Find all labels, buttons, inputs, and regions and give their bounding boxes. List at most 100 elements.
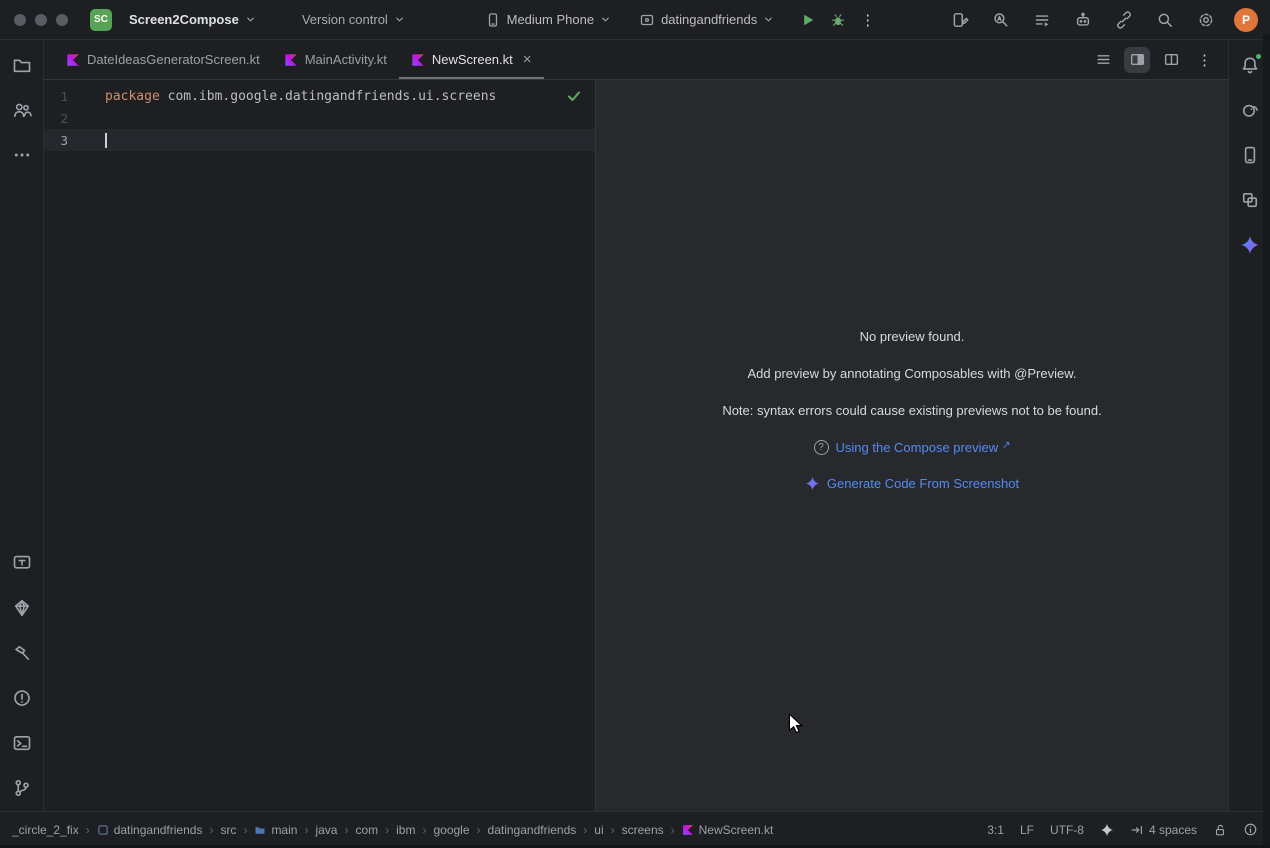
project-tool-button[interactable] [9, 52, 35, 78]
check-icon [566, 88, 582, 104]
line-number: 3 [44, 133, 68, 148]
tab-label: NewScreen.kt [432, 52, 513, 67]
layout-inspector-icon [951, 11, 969, 29]
settings-button[interactable] [1193, 7, 1219, 33]
breadcrumb-label: datingandfriends [488, 823, 577, 837]
indent-widget[interactable]: 4 spaces [1130, 823, 1197, 837]
app-quality-insights-button[interactable] [9, 595, 35, 621]
encoding-widget[interactable]: UTF-8 [1050, 823, 1084, 837]
breadcrumb-separator: › [243, 823, 247, 837]
help-icon: ? [814, 440, 829, 455]
kotlin-file-icon [66, 53, 80, 67]
layout-inspector-button[interactable] [947, 7, 973, 33]
compose-preview-panel: No preview found. Add preview by annotat… [596, 80, 1228, 811]
commit-tool-button[interactable] [9, 97, 35, 123]
compose-preview-docs-link[interactable]: Using the Compose preview [836, 440, 999, 455]
status-widgets: 3:1 LF UTF-8 4 spaces [987, 822, 1258, 837]
breadcrumb-item[interactable]: _circle_2_fix [12, 823, 79, 837]
compose-ui-check-button[interactable] [9, 550, 35, 576]
breadcrumb-item-file[interactable]: NewScreen.kt [682, 823, 774, 837]
editor-notifications-widget[interactable] [1243, 822, 1258, 837]
close-tab-icon[interactable]: × [523, 52, 532, 67]
people-icon [12, 100, 32, 120]
terminal-tool-button[interactable] [9, 730, 35, 756]
indent-icon [1130, 823, 1144, 837]
tab-newscreen[interactable]: NewScreen.kt × [399, 40, 544, 79]
run-toolbar: Medium Phone datingandfriends ⋮ [418, 7, 941, 33]
breadcrumb-separator: › [422, 823, 426, 837]
run-config-label: datingandfriends [661, 12, 757, 27]
gradle-tool-button[interactable] [1237, 97, 1263, 123]
gemini-tool-button[interactable] [1237, 232, 1263, 258]
chevron-down-icon [600, 14, 611, 25]
generate-link-row: Generate Code From Screenshot [805, 476, 1019, 491]
user-avatar[interactable]: P [1234, 8, 1258, 32]
source-root-folder-icon [254, 824, 266, 836]
version-control-tool-button[interactable] [9, 775, 35, 801]
tab-mainactivity[interactable]: MainActivity.kt [272, 40, 399, 79]
code-line[interactable]: 2 [44, 107, 595, 129]
line-separator-widget[interactable]: LF [1020, 823, 1034, 837]
running-devices-button[interactable] [1029, 7, 1055, 33]
titlebar: SC Screen2Compose Version control Medium… [0, 0, 1270, 40]
problems-tool-button[interactable] [9, 685, 35, 711]
find-button[interactable] [988, 7, 1014, 33]
device-folder-icon [1240, 145, 1260, 165]
breadcrumb-item[interactable]: ui [594, 823, 603, 837]
generate-code-from-screenshot-link[interactable]: Generate Code From Screenshot [827, 476, 1019, 491]
minimize-window-button[interactable] [35, 14, 47, 26]
git-branch-icon [12, 778, 32, 798]
chevron-down-icon [394, 14, 405, 25]
inspection-status-widget[interactable] [566, 88, 582, 104]
debug-button[interactable] [825, 7, 851, 33]
gemini-status-button[interactable] [1100, 823, 1114, 837]
breadcrumb-label: ibm [396, 823, 415, 837]
editor-column: DateIdeasGeneratorScreen.kt MainActivity… [44, 40, 1228, 811]
breadcrumb-item[interactable]: src [220, 823, 236, 837]
notifications-button[interactable] [1237, 52, 1263, 78]
build-tool-button[interactable] [9, 640, 35, 666]
tab-label: DateIdeasGeneratorScreen.kt [87, 52, 260, 67]
breadcrumb-label: main [271, 823, 297, 837]
breadcrumb-item[interactable]: google [433, 823, 469, 837]
toolbar-right: P [947, 7, 1260, 33]
device-selector[interactable]: Medium Phone [478, 7, 618, 33]
app-icon: SC [90, 9, 112, 31]
write-access-widget[interactable] [1213, 823, 1227, 837]
breadcrumb-item[interactable]: screens [622, 823, 664, 837]
code-editor[interactable]: 1 package com.ibm.google.datingandfriend… [44, 80, 596, 811]
running-devices-icon [1033, 11, 1051, 29]
device-explorer-button[interactable] [1237, 142, 1263, 168]
terminal-icon [12, 733, 32, 753]
close-window-button[interactable] [14, 14, 26, 26]
chevron-down-icon [245, 14, 256, 25]
breadcrumb-item[interactable]: main [254, 823, 297, 837]
more-tool-windows-button[interactable] [9, 142, 35, 168]
caret-position-widget[interactable]: 3:1 [987, 823, 1004, 837]
run-button[interactable] [795, 7, 821, 33]
breadcrumb-item[interactable]: java [315, 823, 337, 837]
traffic-lights [14, 14, 68, 26]
project-selector[interactable]: Screen2Compose [122, 7, 263, 32]
search-everywhere-button[interactable] [1152, 7, 1178, 33]
hammer-icon [12, 643, 32, 663]
breadcrumb-item[interactable]: datingandfriends [97, 823, 203, 837]
version-control-selector[interactable]: Version control [295, 7, 412, 32]
device-streaming-button[interactable] [1111, 7, 1137, 33]
gear-icon [1197, 11, 1215, 29]
breadcrumb-separator: › [385, 823, 389, 837]
breadcrumb-item[interactable]: ibm [396, 823, 415, 837]
tab-dateideasgeneratorscreen[interactable]: DateIdeasGeneratorScreen.kt [54, 40, 272, 79]
resource-manager-button[interactable] [1237, 187, 1263, 213]
code-line-current[interactable]: 3 [44, 129, 595, 151]
gradle-icon [1240, 100, 1260, 120]
breadcrumb-item[interactable]: datingandfriends [488, 823, 577, 837]
gem-icon [12, 598, 32, 618]
more-actions-button[interactable]: ⋮ [855, 7, 881, 33]
gemini-assistant-button[interactable] [1070, 7, 1096, 33]
run-config-selector[interactable]: datingandfriends [632, 7, 781, 33]
notification-dot [1255, 53, 1262, 60]
code-line[interactable]: 1 package com.ibm.google.datingandfriend… [44, 85, 595, 107]
zoom-window-button[interactable] [56, 14, 68, 26]
breadcrumb-item[interactable]: com [355, 823, 378, 837]
